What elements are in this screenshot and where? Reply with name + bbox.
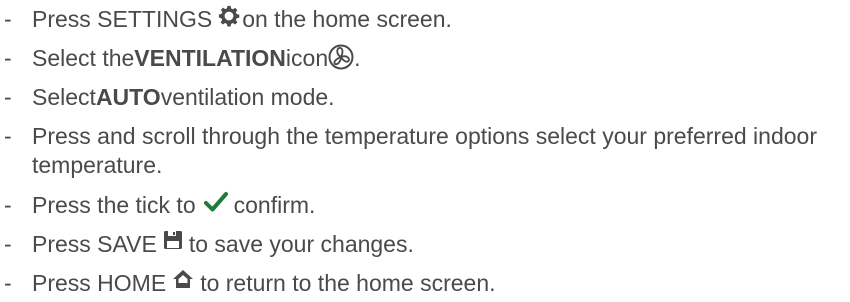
step-bold-text: AUTO <box>95 84 161 110</box>
step-text: to save your changes. <box>188 231 414 257</box>
step-text: ventilation mode. <box>160 84 335 110</box>
list-dash: - <box>4 231 12 257</box>
instruction-list: - Press SETTINGS on the home screen. - S… <box>0 0 850 302</box>
list-item-confirm: - Press the tick to confirm. <box>0 191 315 220</box>
step-bold-text: VENTILATION <box>134 45 286 71</box>
step-text: Press HOME <box>32 270 167 296</box>
step-text: Select <box>32 84 96 110</box>
step-text: confirm. <box>233 192 316 218</box>
list-item-settings: - Press SETTINGS on the home screen. <box>0 5 452 34</box>
step-text: Press the tick to <box>32 192 196 218</box>
list-dash: - <box>4 84 12 110</box>
step-text: Press SAVE <box>32 231 157 257</box>
step-text: to return to the home screen. <box>200 270 496 296</box>
step-text: on the home screen. <box>242 6 452 32</box>
list-dash: - <box>4 45 12 71</box>
save-icon <box>163 230 183 250</box>
checkmark-icon <box>203 191 228 213</box>
step-text: icon <box>285 45 329 71</box>
step-text: Press SETTINGS <box>32 6 213 32</box>
list-item-temperature: - Press and scroll through the temperatu… <box>0 122 832 180</box>
list-item-ventilation: - Select the VENTILATION icon . <box>0 44 361 73</box>
list-item-home: - Press HOME to return to the home scree… <box>0 269 496 298</box>
list-dash: - <box>4 123 12 149</box>
list-dash: - <box>4 6 12 32</box>
fan-icon <box>328 44 354 70</box>
home-icon <box>172 269 194 289</box>
step-text: Press and scroll through the temperature… <box>32 123 817 178</box>
list-item-save: - Press SAVE to save your changes. <box>0 230 414 259</box>
step-text: Select the <box>32 45 135 71</box>
gear-icon <box>218 5 240 27</box>
step-text: . <box>354 45 361 71</box>
list-item-auto: - Select AUTO ventilation mode. <box>0 83 335 112</box>
list-dash: - <box>4 192 12 218</box>
list-dash: - <box>4 270 12 296</box>
